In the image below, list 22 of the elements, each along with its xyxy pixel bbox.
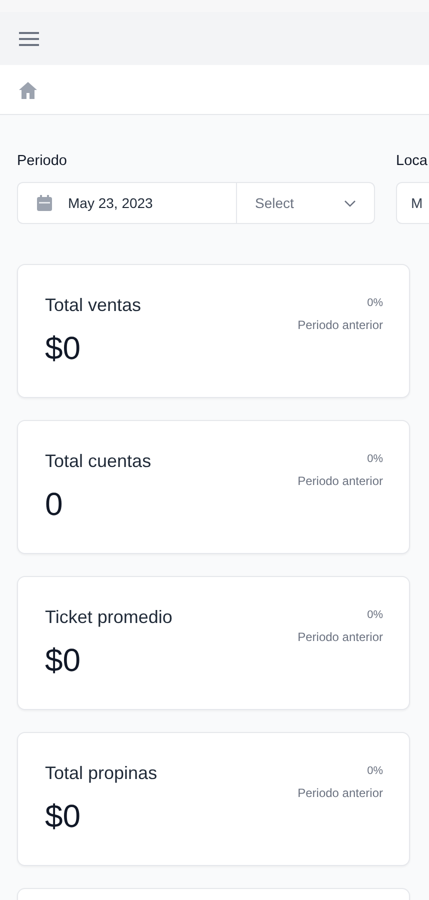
change-percent: 0% — [367, 453, 383, 465]
stat-title: Ticket promedio — [45, 607, 172, 628]
change-percent: 0% — [367, 765, 383, 777]
menu-button[interactable] — [18, 31, 40, 47]
change-percent: 0% — [367, 609, 383, 621]
change-caption: Periodo anterior — [298, 474, 383, 488]
stat-value: $0 — [45, 642, 82, 679]
change-percent: 0% — [367, 297, 383, 309]
change-caption: Periodo anterior — [298, 786, 383, 800]
filter-label: Periodo — [17, 153, 68, 170]
change-caption: Periodo anterior — [298, 318, 383, 332]
menu-icon — [18, 31, 40, 47]
stat-value: $0 — [45, 330, 82, 367]
home-icon[interactable] — [18, 81, 38, 100]
stat-title: Total ventas — [45, 295, 142, 316]
stat-title: Total cuentas — [45, 451, 152, 472]
location-select[interactable]: M — [396, 182, 429, 224]
stat-value: 0 — [45, 486, 64, 523]
change-caption: Periodo anterior — [298, 630, 383, 644]
stat-title: Total propinas — [45, 763, 158, 784]
filter-label: Loca — [396, 153, 428, 170]
stat-value: $0 — [45, 798, 82, 835]
